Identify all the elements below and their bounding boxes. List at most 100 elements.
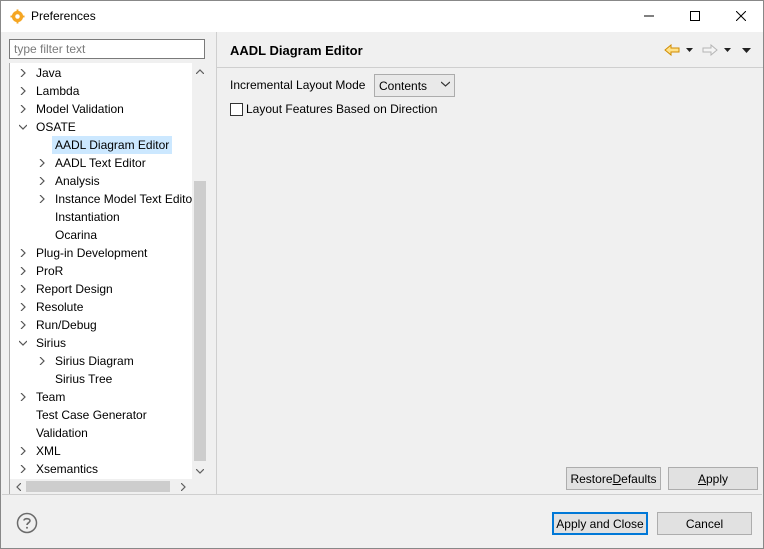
tree-collapsed-chevron-icon[interactable] xyxy=(16,262,30,280)
tree-item[interactable]: Sirius Diagram xyxy=(10,352,192,370)
tree-collapsed-chevron-icon[interactable] xyxy=(16,316,30,334)
tree-item-label: Lambda xyxy=(36,84,80,98)
tree-item-label: Sirius Diagram xyxy=(55,354,134,368)
tree-item[interactable]: Report Design xyxy=(10,280,192,298)
chevron-left-icon xyxy=(15,483,21,491)
tree-item[interactable]: OSATE xyxy=(10,118,192,136)
tree-item[interactable]: Team xyxy=(10,388,192,406)
tree-item[interactable]: Sirius xyxy=(10,334,192,352)
tree-item-label: Xsemantics xyxy=(36,462,99,476)
page-title: AADL Diagram Editor xyxy=(230,43,363,58)
tree-item-label: Test Case Generator xyxy=(36,408,147,422)
tree-expanded-chevron-icon[interactable] xyxy=(16,118,30,136)
close-button[interactable] xyxy=(718,1,764,31)
restore-defaults-post: efaults xyxy=(621,471,657,486)
tree-item-label: Sirius Tree xyxy=(55,372,113,386)
maximize-button[interactable] xyxy=(672,1,718,31)
tree-item[interactable]: Instance Model Text Editor xyxy=(10,190,192,208)
tree-items: Java Lambda Model Validation OSATE AADL Diag… xyxy=(10,63,192,479)
preferences-window: Preferences Java Lambda Model Validation OS… xyxy=(0,0,764,549)
tree-item-label: XML xyxy=(36,444,61,458)
tree-item[interactable]: Sirius Tree xyxy=(10,370,192,388)
tree-item-label: Team xyxy=(36,390,66,404)
tree-collapsed-chevron-icon[interactable] xyxy=(16,100,30,118)
tree-collapsed-chevron-icon[interactable] xyxy=(16,82,30,100)
minimize-button[interactable] xyxy=(626,1,672,31)
tree-item[interactable]: Java xyxy=(10,64,192,82)
tree-item-label: Report Design xyxy=(36,282,113,296)
tree-collapsed-chevron-icon[interactable] xyxy=(16,460,30,478)
tree-item[interactable]: Instantiation xyxy=(10,208,192,226)
footer-divider xyxy=(2,494,762,495)
close-icon xyxy=(736,11,746,21)
chevron-down-icon xyxy=(441,81,450,87)
layout-features-label[interactable]: Layout Features Based on Direction xyxy=(246,102,437,116)
tree-item[interactable]: Run/Debug xyxy=(10,316,192,334)
tree-item[interactable]: Model Validation xyxy=(10,100,192,118)
scroll-right-arrow[interactable] xyxy=(176,480,190,494)
tree-item-label: Instantiation xyxy=(55,210,120,224)
chevron-right-icon xyxy=(180,483,186,491)
tree-item-label: Resolute xyxy=(36,300,84,314)
tree-item[interactable]: Resolute xyxy=(10,298,192,316)
tree-item[interactable]: AADL Diagram Editor xyxy=(10,136,192,154)
tree-collapsed-chevron-icon[interactable] xyxy=(16,280,30,298)
forward-button[interactable] xyxy=(701,41,719,59)
tree-collapsed-chevron-icon[interactable] xyxy=(35,352,49,370)
eclipse-gear-icon xyxy=(10,9,25,24)
tree-collapsed-chevron-icon[interactable] xyxy=(16,64,30,82)
tree-item-label: Ocarina xyxy=(55,228,98,242)
tree-vertical-scrollbar[interactable] xyxy=(192,63,206,479)
scroll-down-arrow[interactable] xyxy=(193,464,206,478)
tree-item[interactable]: Ocarina xyxy=(10,226,192,244)
tree-item[interactable]: Validation xyxy=(10,424,192,442)
tree-collapsed-chevron-icon[interactable] xyxy=(16,388,30,406)
forward-dropdown-button[interactable] xyxy=(721,41,733,59)
sash-divider[interactable] xyxy=(216,32,217,494)
filter-input[interactable] xyxy=(9,39,205,59)
tree-collapsed-chevron-icon[interactable] xyxy=(16,244,30,262)
help-icon[interactable] xyxy=(16,512,38,534)
apply-button[interactable]: Apply xyxy=(668,467,758,490)
tree-item-label: Instance Model Text Editor xyxy=(55,192,192,206)
tree-collapsed-chevron-icon[interactable] xyxy=(35,172,49,190)
tree-item[interactable]: Analysis xyxy=(10,172,192,190)
layout-mode-label: Incremental Layout Mode xyxy=(230,78,366,92)
tree-item[interactable]: ProR xyxy=(10,262,192,280)
tree-item[interactable]: Test Case Generator xyxy=(10,406,192,424)
tree-item[interactable]: XML xyxy=(10,442,192,460)
back-button[interactable] xyxy=(663,41,681,59)
horizontal-scroll-thumb[interactable] xyxy=(26,481,170,492)
tree-item-label: Plug-in Development xyxy=(36,246,148,260)
restore-defaults-button[interactable]: Restore Defaults xyxy=(566,467,661,490)
tree-collapsed-chevron-icon[interactable] xyxy=(35,154,49,172)
layout-mode-select[interactable]: Contents xyxy=(374,74,455,97)
vertical-scroll-thumb[interactable] xyxy=(194,181,206,461)
tree-item-label: Validation xyxy=(36,426,88,440)
view-menu-button[interactable] xyxy=(739,41,753,59)
layout-features-checkbox[interactable] xyxy=(230,103,243,116)
tree-item-label: Sirius xyxy=(36,336,67,350)
tree-item[interactable]: Lambda xyxy=(10,82,192,100)
apply-mnemonic: A xyxy=(697,471,706,486)
tree-item[interactable]: Xsemantics xyxy=(10,460,192,478)
tree-collapsed-chevron-icon[interactable] xyxy=(16,298,30,316)
tree-horizontal-scrollbar[interactable] xyxy=(10,479,192,494)
tree-collapsed-chevron-icon[interactable] xyxy=(16,442,30,460)
tree-item[interactable]: AADL Text Editor xyxy=(10,154,192,172)
scroll-up-arrow[interactable] xyxy=(193,64,206,78)
apply-post: pply xyxy=(706,471,729,486)
tree-collapsed-chevron-icon[interactable] xyxy=(35,190,49,208)
scrollbar-corner xyxy=(192,479,206,494)
scroll-left-arrow[interactable] xyxy=(11,480,25,494)
apply-and-close-button[interactable]: Apply and Close xyxy=(552,512,648,535)
restore-defaults-mnemonic: D xyxy=(612,471,622,486)
tree-item-label: Model Validation xyxy=(36,102,124,116)
chevron-up-icon xyxy=(196,68,204,74)
back-dropdown-button[interactable] xyxy=(683,41,695,59)
tree-expanded-chevron-icon[interactable] xyxy=(16,334,30,352)
chevron-down-icon xyxy=(196,468,204,474)
tree-item[interactable]: Plug-in Development xyxy=(10,244,192,262)
layout-mode-value: Contents xyxy=(379,79,428,93)
cancel-button[interactable]: Cancel xyxy=(657,512,752,535)
